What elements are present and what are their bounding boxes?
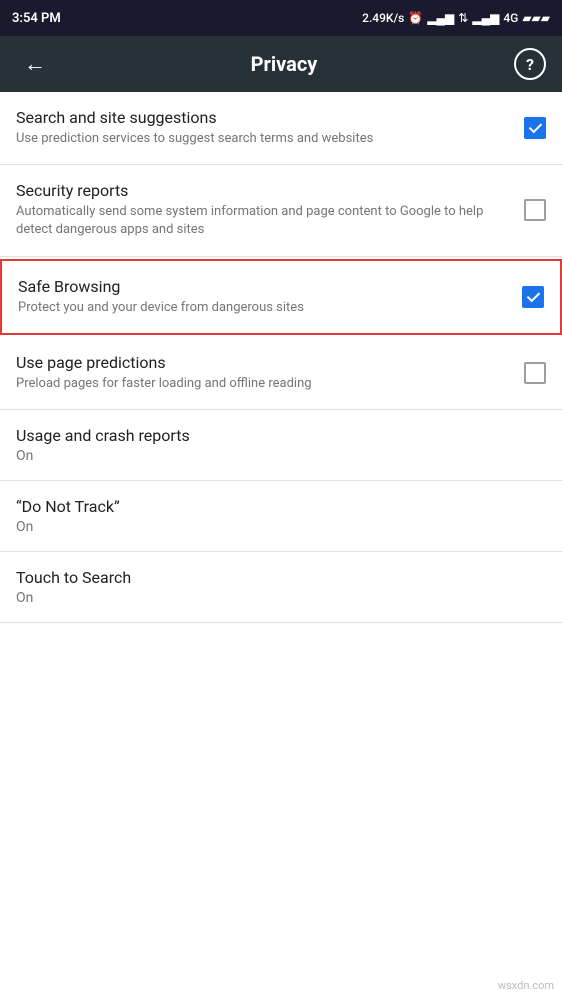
setting-item-safe-browsing[interactable]: Safe Browsing Protect you and your device…: [0, 259, 562, 335]
setting-content-page-predictions: Use page predictions Preload pages for fa…: [16, 353, 524, 393]
setting-item-search-suggestions[interactable]: Search and site suggestions Use predictio…: [0, 92, 562, 165]
setting-content-touch-to-search: Touch to Search On: [16, 568, 546, 606]
setting-status-usage-crash-reports: On: [16, 448, 530, 464]
top-app-bar: ← Privacy ?: [0, 36, 562, 92]
setting-subtitle-safe-browsing: Protect you and your device from dangero…: [18, 299, 506, 317]
checkbox-security-reports[interactable]: [524, 199, 546, 221]
alarm-icon: ⏰: [408, 11, 423, 25]
setting-subtitle-security-reports: Automatically send some system informati…: [16, 203, 508, 239]
setting-item-security-reports[interactable]: Security reports Automatically send some …: [0, 165, 562, 256]
status-time: 3:54 PM: [12, 11, 61, 26]
setting-content-security-reports: Security reports Automatically send some …: [16, 181, 524, 239]
setting-title-touch-to-search: Touch to Search: [16, 568, 530, 587]
network-type-label: 4G: [503, 11, 518, 25]
setting-content-search-suggestions: Search and site suggestions Use predictio…: [16, 108, 524, 148]
signal-bars-icon: ▂▄▆: [427, 11, 454, 25]
back-button[interactable]: ←: [16, 43, 54, 85]
setting-title-usage-crash-reports: Usage and crash reports: [16, 426, 530, 445]
settings-list: Search and site suggestions Use predictio…: [0, 92, 562, 623]
setting-title-search-suggestions: Search and site suggestions: [16, 108, 508, 127]
status-bar: 3:54 PM 2.49K/s ⏰ ▂▄▆ ⇅ ▂▄▆ 4G ▰▰▰: [0, 0, 562, 36]
checkbox-page-predictions[interactable]: [524, 362, 546, 384]
network-speed: 2.49K/s: [362, 11, 404, 25]
setting-item-do-not-track[interactable]: “Do Not Track” On: [0, 481, 562, 552]
setting-subtitle-page-predictions: Preload pages for faster loading and off…: [16, 375, 508, 393]
battery-icon: ▰▰▰: [522, 11, 550, 25]
checkbox-search-suggestions[interactable]: [524, 117, 546, 139]
setting-content-do-not-track: “Do Not Track” On: [16, 497, 546, 535]
setting-content-safe-browsing: Safe Browsing Protect you and your device…: [18, 277, 522, 317]
help-button[interactable]: ?: [514, 48, 546, 80]
setting-item-page-predictions[interactable]: Use page predictions Preload pages for fa…: [0, 337, 562, 410]
setting-item-usage-crash-reports[interactable]: Usage and crash reports On: [0, 410, 562, 481]
setting-status-touch-to-search: On: [16, 590, 530, 606]
setting-subtitle-search-suggestions: Use prediction services to suggest searc…: [16, 130, 508, 148]
page-title: Privacy: [251, 52, 318, 76]
signal-bars-2-icon: ▂▄▆: [472, 11, 499, 25]
setting-item-touch-to-search[interactable]: Touch to Search On: [0, 552, 562, 623]
setting-title-page-predictions: Use page predictions: [16, 353, 508, 372]
status-right-icons: 2.49K/s ⏰ ▂▄▆ ⇅ ▂▄▆ 4G ▰▰▰: [362, 11, 550, 25]
setting-title-security-reports: Security reports: [16, 181, 508, 200]
watermark: wsxdn.com: [498, 979, 554, 992]
setting-title-safe-browsing: Safe Browsing: [18, 277, 506, 296]
checkbox-safe-browsing[interactable]: [522, 286, 544, 308]
setting-title-do-not-track: “Do Not Track”: [16, 497, 530, 516]
data-transfer-icon: ⇅: [458, 11, 468, 25]
setting-status-do-not-track: On: [16, 519, 530, 535]
setting-content-usage-crash-reports: Usage and crash reports On: [16, 426, 546, 464]
